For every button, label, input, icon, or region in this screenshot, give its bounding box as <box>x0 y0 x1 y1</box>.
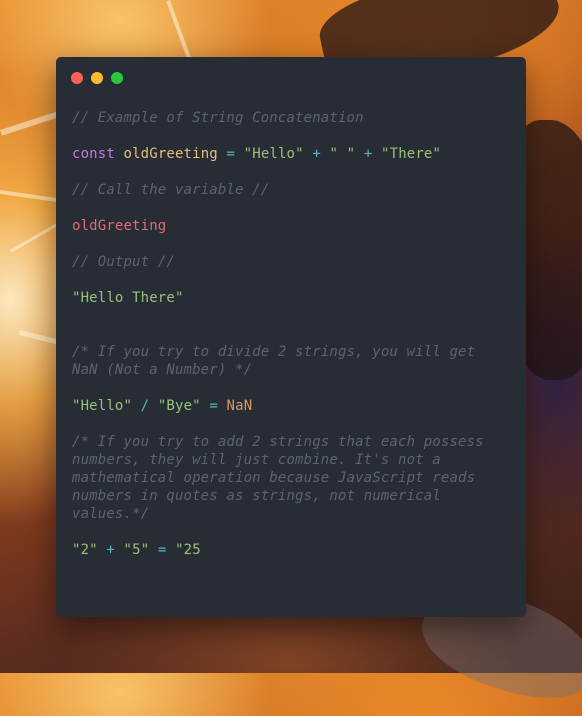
string-token: "5" <box>123 542 150 558</box>
code-line-add: "2" + "5" = "25 <box>72 541 201 559</box>
maximize-dot-icon[interactable] <box>111 72 123 84</box>
minimize-dot-icon[interactable] <box>91 72 103 84</box>
code-line-divide: "Hello" / "Bye" = NaN <box>72 397 252 415</box>
string-token: " " <box>329 146 356 162</box>
operator-token: + <box>312 146 321 162</box>
code-comment: // Call the variable // <box>72 182 270 198</box>
code-line-const: const oldGreeting = "Hello" + " " + "The… <box>72 145 441 163</box>
operator-token: + <box>106 542 115 558</box>
code-line-output: "Hello There" <box>72 290 184 306</box>
string-token: "There" <box>381 146 442 162</box>
variable-token: oldGreeting <box>123 146 218 162</box>
code-comment: // Example of String Concatenation <box>72 110 364 126</box>
operator-token: = <box>209 398 218 414</box>
operator-token: + <box>363 146 373 162</box>
value-token: NaN <box>226 398 253 414</box>
keyword-token: const <box>72 146 115 162</box>
close-dot-icon[interactable] <box>71 72 83 84</box>
code-comment: /* If you try to divide 2 strings, you w… <box>72 344 476 378</box>
operator-token: / <box>140 398 150 414</box>
operator-token: = <box>226 146 236 162</box>
string-token: "2" <box>72 542 98 558</box>
window-controls <box>71 72 123 84</box>
string-token: "Hello" <box>243 146 304 162</box>
operator-token: = <box>157 542 167 558</box>
code-window: // Example of String Concatenation const… <box>56 57 526 617</box>
code-comment: /* If you try to add 2 strings that each… <box>72 434 484 522</box>
code-comment: // Output // <box>72 254 175 270</box>
code-line-call: oldGreeting <box>72 218 167 234</box>
string-token: "Bye" <box>157 398 201 414</box>
string-token: "25 <box>175 542 201 558</box>
string-token: "Hello" <box>72 398 133 414</box>
